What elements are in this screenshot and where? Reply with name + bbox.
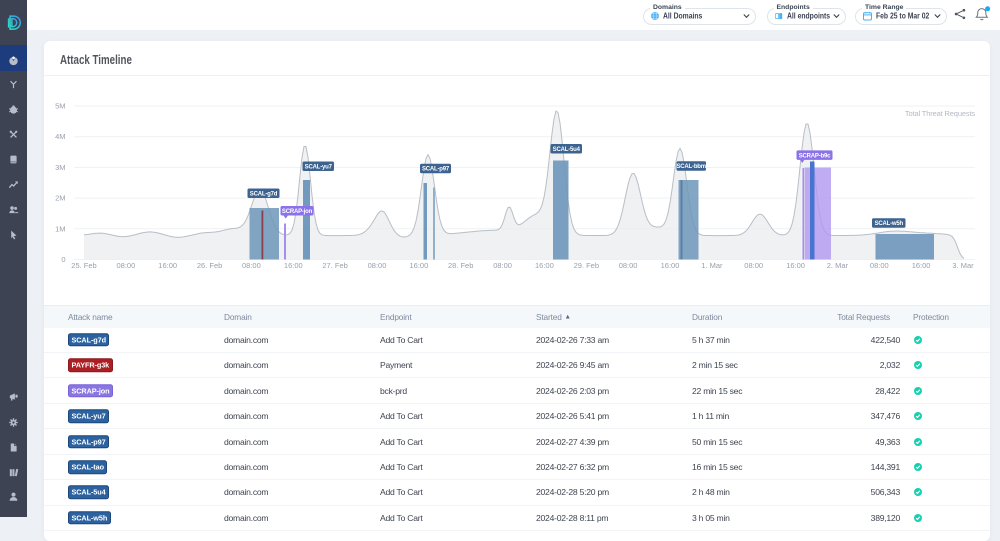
svg-text:16:00: 16:00 (912, 261, 931, 270)
svg-text:SCAL-w5h: SCAL-w5h (875, 221, 904, 227)
svg-text:08:00: 08:00 (870, 261, 889, 270)
svg-text:16:00: 16:00 (158, 261, 177, 270)
svg-text:08:00: 08:00 (242, 261, 261, 270)
svg-text:2. Mar: 2. Mar (827, 261, 849, 270)
svg-text:SCRAP-b9c: SCRAP-b9c (799, 153, 831, 159)
svg-text:16:00: 16:00 (661, 261, 680, 270)
svg-text:16:00: 16:00 (786, 261, 805, 270)
svg-text:16:00: 16:00 (535, 261, 554, 270)
svg-text:28. Feb: 28. Feb (448, 261, 473, 270)
svg-text:Total Threat Requests: Total Threat Requests (905, 109, 975, 118)
svg-text:SCAL-g7d: SCAL-g7d (250, 191, 278, 197)
svg-text:29. Feb: 29. Feb (574, 261, 599, 270)
svg-text:5M: 5M (55, 102, 65, 111)
svg-text:08:00: 08:00 (117, 261, 136, 270)
svg-text:08:00: 08:00 (619, 261, 638, 270)
svg-text:25. Feb: 25. Feb (71, 261, 96, 270)
svg-text:08:00: 08:00 (744, 261, 763, 270)
svg-text:3M: 3M (55, 163, 65, 172)
svg-text:3. Mar: 3. Mar (952, 261, 974, 270)
svg-text:0: 0 (61, 255, 65, 264)
svg-text:SCAL-p97: SCAL-p97 (422, 167, 450, 173)
svg-text:16:00: 16:00 (284, 261, 303, 270)
svg-text:SCRAP-jon: SCRAP-jon (282, 209, 313, 215)
svg-text:08:00: 08:00 (368, 261, 387, 270)
svg-text:1. Mar: 1. Mar (701, 261, 723, 270)
svg-text:4M: 4M (55, 132, 65, 141)
svg-text:08:00: 08:00 (493, 261, 512, 270)
svg-text:2M: 2M (55, 194, 65, 203)
svg-text:SCAL-yu7: SCAL-yu7 (305, 164, 333, 170)
svg-text:SCAL-5u4: SCAL-5u4 (553, 147, 581, 153)
svg-text:1M: 1M (55, 224, 65, 233)
svg-text:16:00: 16:00 (410, 261, 429, 270)
svg-text:SCAL-bbm: SCAL-bbm (676, 164, 705, 170)
svg-text:27. Feb: 27. Feb (322, 261, 347, 270)
svg-text:26. Feb: 26. Feb (197, 261, 222, 270)
